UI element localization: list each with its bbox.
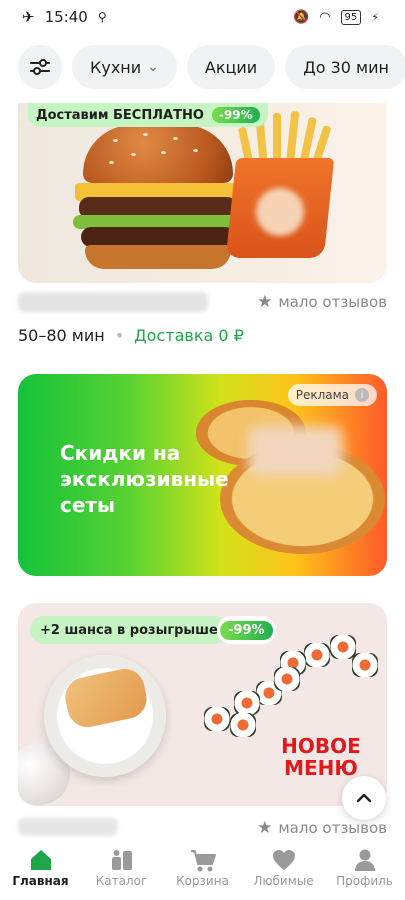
nav-cart[interactable]: Корзина [164, 846, 242, 888]
prize-badge: +2 шанса в розыгрыше [30, 616, 228, 644]
nav-catalog[interactable]: Каталог [83, 846, 161, 888]
separator-dot: • [114, 326, 125, 345]
wifi-icon: ◠ [319, 9, 331, 25]
info-icon: i [355, 388, 369, 402]
ad-banner[interactable]: Скидки на эксклюзивные сеты Реклама i [18, 374, 387, 576]
charging-icon: ⚡ [371, 10, 379, 24]
restaurant-info[interactable]: ★ мало отзывов [18, 818, 387, 840]
home-icon [30, 850, 51, 870]
rating-info: ★ мало отзывов [257, 292, 387, 312]
profile-icon [354, 849, 375, 871]
chevron-up-icon [356, 793, 372, 803]
delivery-time: 50–80 мин [18, 326, 105, 345]
free-delivery-badge: Доставим БЕСПЛАТНО -99% [28, 103, 268, 127]
restaurant-name-blurred [18, 818, 118, 836]
delivery-meta: 50–80 мин • Доставка 0 ₽ [18, 326, 387, 345]
time-filter-chip[interactable]: До 30 мин [285, 45, 405, 89]
filter-settings-button[interactable] [18, 45, 62, 89]
restaurant-card-image[interactable]: НОВОЕ МЕНЮ +2 шанса в розыгрыше -99% [18, 603, 387, 806]
time-filter-label: До 30 мин [303, 57, 389, 77]
nav-catalog-label: Каталог [95, 874, 148, 888]
nav-favorites[interactable]: Любимые [245, 846, 323, 888]
cuisines-label: Кухни [90, 57, 142, 77]
new-menu-text: НОВОЕ МЕНЮ [281, 734, 361, 780]
nav-favorites-label: Любимые [253, 874, 314, 888]
filter-chips: Кухни ⌄ Акции До 30 мин [18, 45, 405, 89]
cart-icon [190, 850, 216, 872]
restaurant-card-image[interactable]: Доставим БЕСПЛАТНО -99% [18, 103, 387, 283]
promotions-filter-chip[interactable]: Акции [186, 45, 276, 89]
catalog-icon [111, 850, 132, 870]
restaurant-name-blurred [18, 292, 208, 312]
rating-info: ★ мало отзывов [257, 818, 387, 838]
bottom-navigation: Главная Каталог Корзина Любимые Профиль [0, 838, 405, 900]
restaurant-info[interactable]: ★ мало отзывов 50–80 мин • Доставка 0 ₽ [18, 292, 387, 345]
ad-label[interactable]: Реклама i [287, 384, 377, 406]
heart-icon [272, 850, 295, 870]
free-delivery-text: Доставим БЕСПЛАТНО [36, 107, 204, 123]
mute-icon: 🔕 [293, 9, 310, 25]
rating-text: мало отзывов [278, 293, 387, 311]
delivery-price: Доставка 0 ₽ [134, 326, 244, 345]
usb-icon: ⚲ [97, 10, 107, 24]
chevron-down-icon: ⌄ [147, 59, 159, 75]
logo-blurred [248, 426, 343, 476]
nav-profile[interactable]: Профиль [326, 846, 404, 888]
promotions-label: Акции [204, 57, 258, 77]
scroll-to-top-button[interactable] [342, 776, 386, 820]
sliders-icon [30, 59, 50, 75]
nav-cart-label: Корзина [176, 874, 229, 888]
nav-profile-label: Профиль [336, 874, 393, 888]
star-icon: ★ [257, 818, 273, 838]
nav-home-label: Главная [12, 874, 69, 888]
discount-badge: -99% [217, 616, 276, 644]
ad-label-text: Реклама [295, 388, 349, 402]
cuisines-filter-chip[interactable]: Кухни ⌄ [72, 45, 177, 89]
discount-badge: -99% [211, 107, 260, 123]
rating-text: мало отзывов [278, 819, 387, 837]
nav-home[interactable]: Главная [2, 846, 80, 888]
status-bar: ✈ 15:40 ⚲ 🔕 ◠ 95 ⚡ [0, 0, 405, 34]
battery-indicator: 95 [340, 9, 362, 25]
discount-text: -99% [220, 620, 273, 640]
ad-title: Скидки на эксклюзивные сеты [60, 441, 229, 517]
star-icon: ★ [257, 292, 273, 312]
airplane-icon: ✈ [22, 8, 35, 26]
burger-image [73, 125, 243, 270]
status-time: 15:40 [44, 8, 88, 26]
